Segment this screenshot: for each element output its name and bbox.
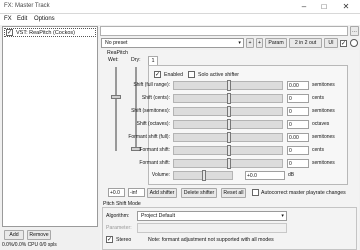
wet-value[interactable]: +0.0 (108, 188, 125, 197)
param-slider-thumb[interactable] (227, 145, 231, 156)
param-unit: cents (312, 147, 324, 153)
menu-edit[interactable]: Edit (17, 16, 27, 22)
fx-list[interactable]: ✓ VST: ReaPitch (Cockos) (2, 26, 98, 227)
chevron-down-icon: ▾ (281, 213, 284, 219)
param-value-field[interactable]: 0 (287, 94, 309, 103)
menu-bar: FX Edit Options (0, 14, 360, 25)
param-row-label: Shift (semitones): (131, 108, 170, 114)
param-row-label: Shift (full range): (133, 82, 170, 88)
close-icon[interactable]: ✕ (338, 0, 354, 13)
fx-enabled-checkbox[interactable]: ✓ (6, 29, 13, 36)
add-preset-button[interactable]: + (256, 38, 263, 48)
add-fx-button[interactable]: Add (4, 230, 24, 240)
title-bar: FX: Master Track – □ ✕ (0, 0, 360, 14)
reset-all-button[interactable]: Reset all (221, 188, 246, 198)
delete-shifter-button[interactable]: Delete shifter (181, 188, 217, 198)
algorithm-label: Algorithm: (106, 213, 130, 219)
param-slider-thumb[interactable] (227, 119, 231, 130)
autocorrect-label: Autocorrect master playrate changes (261, 190, 346, 196)
parameter-label: Parameter: (106, 225, 132, 231)
param-slider-track[interactable] (173, 145, 283, 156)
fx-list-item[interactable]: ✓ VST: ReaPitch (Cockos) (4, 28, 96, 37)
fx-item-label: VST: ReaPitch (Cockos) (16, 30, 75, 36)
minimize-icon[interactable]: – (296, 0, 312, 13)
param-slider-track[interactable] (173, 132, 283, 143)
enabled-label: Enabled (164, 72, 184, 78)
param-slider-track[interactable] (173, 93, 283, 104)
volume-value[interactable]: +0.0 (245, 171, 285, 180)
plugin-area: ReaPitch Wet: Dry: +0.0 -inf 1 ✓ Enabled… (100, 50, 359, 250)
remove-fx-button[interactable]: Remove (27, 230, 51, 240)
param-unit: semitones (312, 160, 335, 166)
param-unit: semitones (312, 82, 335, 88)
wet-label: Wet: (108, 57, 119, 63)
param-value-field[interactable]: 0 (287, 159, 309, 168)
param-row-label: Shift (cents): (141, 95, 170, 101)
volume-unit: dB (288, 172, 295, 178)
autocorrect-checkbox[interactable] (252, 189, 259, 196)
io-button[interactable]: 2 in 2 out (289, 38, 322, 48)
param-slider-thumb[interactable] (227, 93, 231, 104)
bypass-checkbox[interactable]: ✓ (340, 40, 347, 47)
solo-label: Solo active shifter (198, 72, 239, 78)
param-row-label: Formant shift (full): (128, 134, 170, 140)
dry-value[interactable]: -inf (128, 188, 145, 197)
param-slider-thumb[interactable] (227, 106, 231, 117)
ui-button[interactable]: UI (324, 38, 338, 48)
cpu-status: 0.0%/0.0% CPU 0/0 spls (2, 242, 57, 248)
volume-label: Volume: (151, 172, 170, 178)
stereo-label: Stereo (116, 237, 132, 243)
preset-value: No preset (105, 40, 128, 46)
param-slider-track[interactable] (173, 158, 283, 169)
algorithm-value: Project Default (141, 213, 176, 219)
reapitch-group-label: ReaPitch (107, 50, 129, 56)
dry-label: Dry: (131, 57, 141, 63)
solo-checkbox[interactable] (188, 71, 195, 78)
param-button[interactable]: Param (265, 38, 287, 48)
param-unit: semitones (312, 134, 335, 140)
param-value-field[interactable]: 0.00 (287, 81, 309, 90)
header-dots-button[interactable]: … (350, 26, 359, 36)
param-slider-track[interactable] (173, 106, 283, 117)
param-value-field[interactable]: 0 (287, 146, 309, 155)
parameter-dropdown[interactable] (137, 223, 287, 233)
formant-note: Note: formant adjustment not supported w… (148, 237, 274, 243)
volume-slider-track[interactable] (173, 170, 233, 181)
maximize-icon[interactable]: □ (316, 0, 332, 13)
param-slider-thumb[interactable] (227, 132, 231, 143)
preset-menu-button[interactable]: + (246, 38, 254, 48)
param-value-field[interactable]: 0.00 (287, 133, 309, 142)
param-row-label: Shift (octaves): (136, 121, 170, 127)
chevron-down-icon: ▾ (238, 40, 241, 46)
param-unit: semitones (312, 108, 335, 114)
enabled-checkbox[interactable]: ✓ (154, 71, 161, 78)
volume-slider-thumb[interactable] (202, 170, 206, 181)
param-row-label: Formant shift: (139, 160, 170, 166)
preset-dropdown[interactable]: No preset ▾ (101, 38, 244, 48)
param-value-field[interactable]: 0 (287, 120, 309, 129)
add-shifter-button[interactable]: Add shifter (147, 188, 177, 198)
param-slider-thumb[interactable] (227, 80, 231, 91)
menu-fx[interactable]: FX (4, 16, 12, 22)
param-slider-track[interactable] (173, 119, 283, 130)
param-value-field[interactable]: 0 (287, 107, 309, 116)
param-slider-track[interactable] (173, 80, 283, 91)
stereo-checkbox[interactable]: ✓ (106, 236, 113, 243)
menu-options[interactable]: Options (34, 16, 55, 22)
param-unit: cents (312, 95, 324, 101)
param-slider-thumb[interactable] (227, 158, 231, 169)
param-unit: octaves (312, 121, 330, 127)
param-row-label: Formant shift: (139, 147, 170, 153)
plugin-header-bar (100, 26, 348, 36)
algorithm-dropdown[interactable]: Project Default ▾ (137, 211, 287, 221)
wet-knob-icon[interactable] (350, 39, 358, 47)
window-title: FX: Master Track (4, 3, 50, 9)
